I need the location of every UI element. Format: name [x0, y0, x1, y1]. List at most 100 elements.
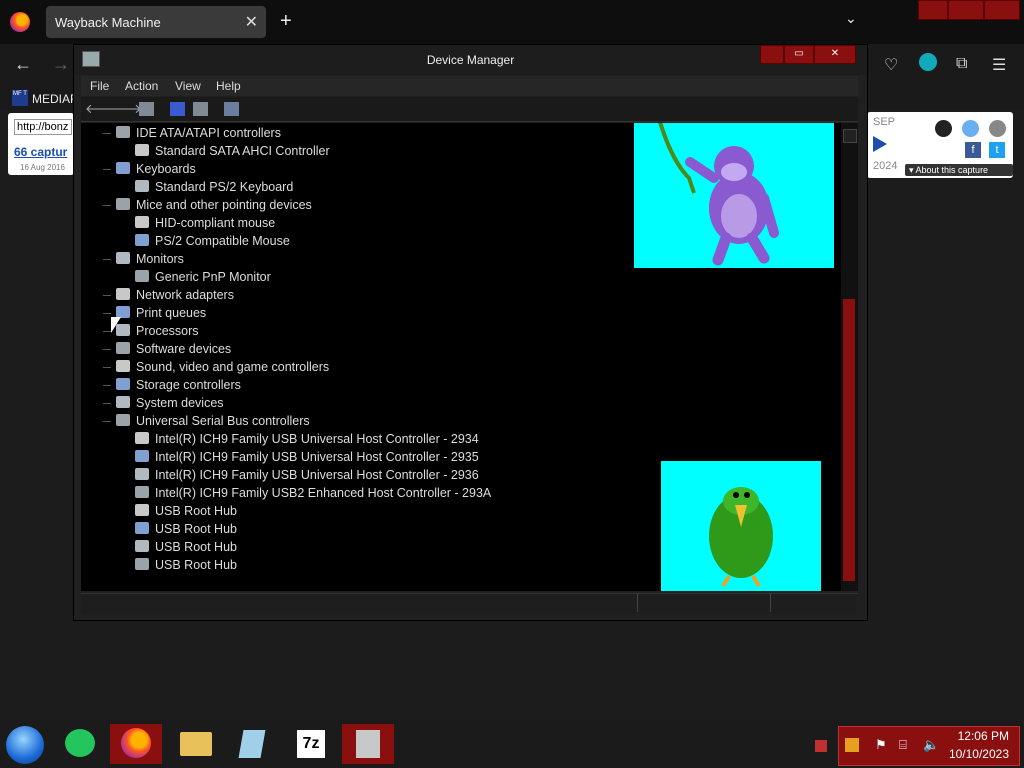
- tree-category[interactable]: Storage controllers: [103, 376, 241, 394]
- scrollbar-thumb[interactable]: [843, 299, 855, 581]
- tree-category[interactable]: Sound, video and game controllers: [103, 358, 329, 376]
- expander-icon[interactable]: [103, 205, 111, 206]
- wayback-right-panel: SEP 2024 f t ▾ About this capture: [867, 112, 1013, 178]
- tree-device[interactable]: Generic PnP Monitor: [135, 268, 271, 286]
- taskbar-notes-app[interactable]: [54, 724, 106, 764]
- tree-device[interactable]: Intel(R) ICH9 Family USB Universal Host …: [135, 430, 479, 448]
- network-icon[interactable]: ⌸: [899, 737, 907, 753]
- device-icon: [135, 216, 149, 228]
- tree-category[interactable]: IDE ATA/ATAPI controllers: [103, 124, 281, 142]
- extensions-icon[interactable]: ⧉: [956, 55, 967, 73]
- wayback-next-icon[interactable]: [873, 136, 887, 152]
- window-close-button[interactable]: ✕: [814, 45, 856, 64]
- bonzi-gorilla-sprite[interactable]: [634, 123, 834, 268]
- expander-icon[interactable]: [103, 331, 111, 332]
- expander-icon[interactable]: [103, 349, 111, 350]
- account-icon[interactable]: [919, 53, 937, 71]
- window-help-button[interactable]: [760, 45, 784, 64]
- tree-label: Generic PnP Monitor: [155, 270, 271, 284]
- menu-help[interactable]: Help: [216, 79, 241, 93]
- facebook-icon[interactable]: f: [965, 142, 981, 158]
- properties-icon[interactable]: [139, 102, 154, 116]
- menu-file[interactable]: File: [90, 79, 109, 93]
- wayback-captures-link[interactable]: 66 captur: [14, 145, 67, 159]
- flag-icon[interactable]: ⚑: [875, 737, 887, 753]
- help-toolbar-icon[interactable]: [170, 102, 185, 116]
- taskbar-firefox[interactable]: [110, 724, 162, 764]
- help-icon[interactable]: [962, 120, 979, 137]
- maximize-button[interactable]: [948, 0, 984, 20]
- scroll-up-button[interactable]: [843, 129, 857, 143]
- scan-hardware-icon[interactable]: [224, 102, 239, 116]
- twitter-icon[interactable]: t: [989, 142, 1005, 158]
- power-icon[interactable]: [845, 738, 859, 752]
- tree-device[interactable]: Intel(R) ICH9 Family USB Universal Host …: [135, 448, 479, 466]
- update-driver-icon[interactable]: [193, 102, 208, 116]
- tree-device[interactable]: HID-compliant mouse: [135, 214, 275, 232]
- window-maximize-button[interactable]: ▭: [784, 45, 814, 64]
- tree-device[interactable]: Intel(R) ICH9 Family USB2 Enhanced Host …: [135, 484, 491, 502]
- clock-date[interactable]: 10/10/2023: [949, 747, 1009, 761]
- expander-icon[interactable]: [103, 169, 111, 170]
- expander-icon[interactable]: [103, 259, 111, 260]
- menu-icon[interactable]: ☰: [992, 55, 1006, 75]
- tab-list-icon[interactable]: ⌄: [845, 10, 857, 27]
- expander-icon[interactable]: [103, 295, 111, 296]
- tree-device[interactable]: USB Root Hub: [135, 538, 237, 556]
- sevenzip-icon: 7z: [297, 730, 325, 758]
- device-icon: [135, 486, 149, 498]
- bookmark-item[interactable]: MEDIAF: [32, 92, 77, 106]
- taskbar-7zip[interactable]: 7z: [285, 724, 337, 764]
- tree-category[interactable]: System devices: [103, 394, 224, 412]
- tab-close-icon[interactable]: ✕: [245, 12, 258, 32]
- clock-time[interactable]: 12:06 PM: [958, 729, 1009, 743]
- new-tab-button[interactable]: +: [280, 10, 292, 33]
- window-title-bar[interactable]: Device Manager ▭ ✕: [74, 45, 867, 75]
- expander-icon[interactable]: [103, 313, 111, 314]
- close-icon[interactable]: [989, 120, 1006, 137]
- expander-icon[interactable]: [103, 133, 111, 134]
- back-button[interactable]: ←: [14, 54, 32, 75]
- taskbar-file-explorer[interactable]: [170, 724, 222, 764]
- volume-icon[interactable]: 🔈: [923, 737, 939, 753]
- tree-device[interactable]: USB Root Hub: [135, 502, 237, 520]
- tree-category[interactable]: Monitors: [103, 250, 184, 268]
- tree-device[interactable]: Intel(R) ICH9 Family USB Universal Host …: [135, 466, 479, 484]
- tree-device[interactable]: PS/2 Compatible Mouse: [135, 232, 290, 250]
- tree-category[interactable]: Print queues: [103, 304, 206, 322]
- tree-device[interactable]: USB Root Hub: [135, 520, 237, 538]
- minimize-button[interactable]: [918, 0, 948, 20]
- about-capture-button[interactable]: ▾ About this capture: [905, 164, 1013, 176]
- tree-label: USB Root Hub: [155, 504, 237, 518]
- tree-device[interactable]: Standard SATA AHCI Controller: [135, 142, 330, 160]
- expander-icon[interactable]: [103, 367, 111, 368]
- expander-icon[interactable]: [103, 385, 111, 386]
- taskbar-notepad[interactable]: [227, 724, 279, 764]
- taskbar-device-manager[interactable]: [342, 724, 394, 764]
- forward-arrow-icon[interactable]: 🡒: [107, 101, 142, 117]
- tree-category[interactable]: Network adapters: [103, 286, 234, 304]
- tree-category[interactable]: Universal Serial Bus controllers: [103, 412, 310, 430]
- tree-device[interactable]: Standard PS/2 Keyboard: [135, 178, 293, 196]
- pocket-icon[interactable]: ♡: [884, 55, 898, 75]
- start-button[interactable]: [6, 726, 44, 764]
- menu-action[interactable]: Action: [125, 79, 158, 93]
- expander-icon[interactable]: [103, 421, 111, 422]
- tray-overflow-icon[interactable]: [815, 740, 827, 752]
- wayback-url-input[interactable]: http://bonz: [14, 119, 72, 135]
- tree-scrollbar[interactable]: [841, 123, 858, 591]
- tree-category[interactable]: Mice and other pointing devices: [103, 196, 312, 214]
- menu-view[interactable]: View: [175, 79, 201, 93]
- user-icon[interactable]: [935, 120, 952, 137]
- tree-category[interactable]: Keyboards: [103, 160, 196, 178]
- expander-icon[interactable]: [103, 403, 111, 404]
- firefox-icon[interactable]: [10, 12, 30, 32]
- device-icon: [116, 252, 130, 264]
- close-button[interactable]: [984, 0, 1020, 20]
- tree-category[interactable]: Software devices: [103, 340, 231, 358]
- tree-device[interactable]: USB Root Hub: [135, 556, 237, 574]
- forward-button[interactable]: →: [52, 54, 70, 75]
- tree-category[interactable]: Processors: [103, 322, 199, 340]
- tab-wayback[interactable]: Wayback Machine ✕: [46, 6, 266, 38]
- parrot-sprite[interactable]: [661, 461, 821, 591]
